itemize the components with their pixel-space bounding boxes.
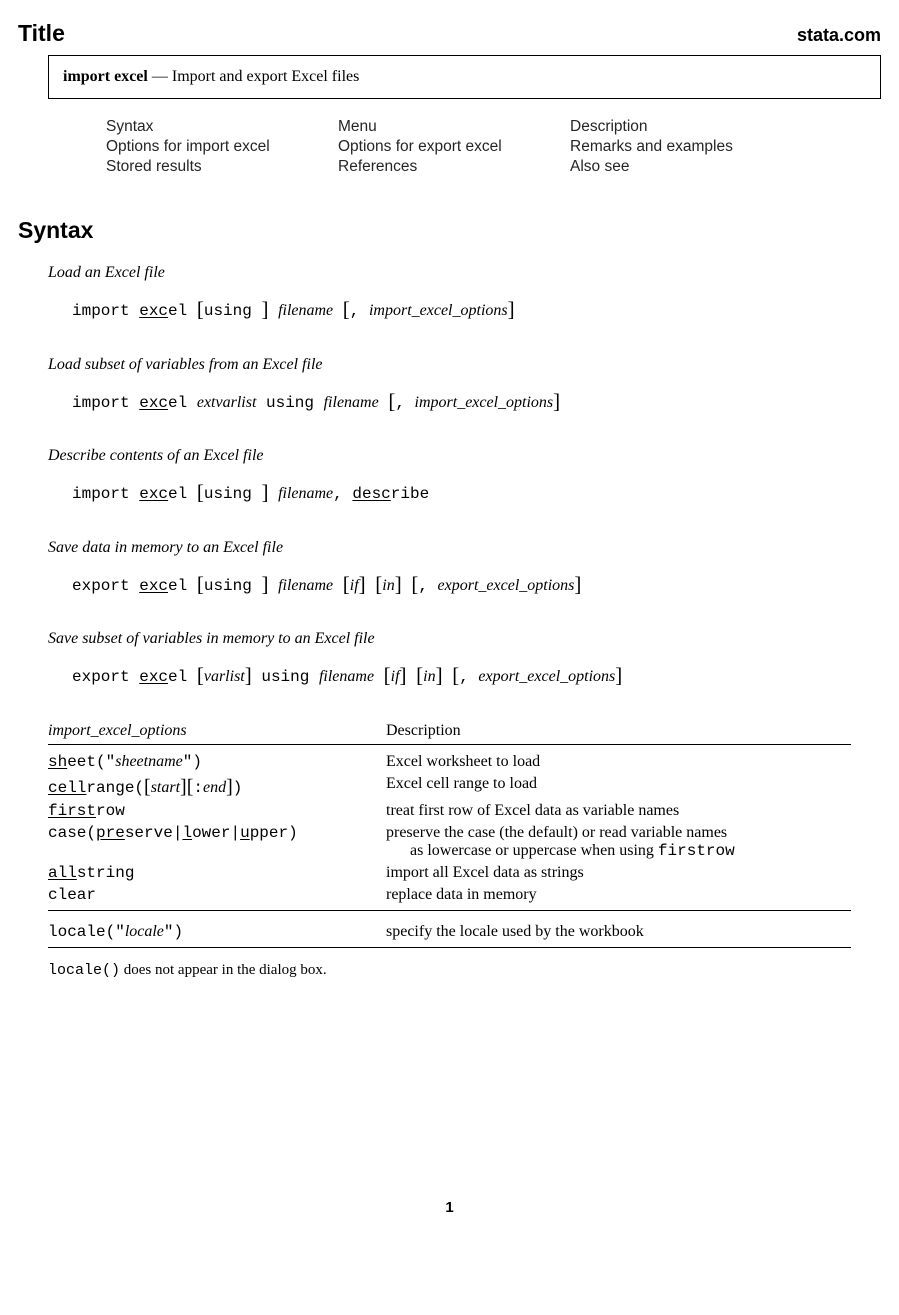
title-heading: Title bbox=[18, 20, 65, 47]
syntax-desc-3: Describe contents of an Excel file bbox=[48, 447, 881, 465]
page-number: 1 bbox=[18, 1199, 881, 1216]
toc-export-options[interactable]: Options for export excel bbox=[338, 137, 570, 157]
toc-syntax[interactable]: Syntax bbox=[106, 117, 338, 137]
syntax-line-5: export excel [varlist] using filename [i… bbox=[72, 658, 881, 692]
option-case: case(preserve|lower|upper) preserve the … bbox=[48, 822, 851, 862]
syntax-line-1: import excel [using ] filename [, import… bbox=[72, 292, 881, 326]
option-allstring: allstring import all Excel data as strin… bbox=[48, 862, 851, 884]
title-sep: — bbox=[148, 68, 172, 85]
syntax-line-3: import excel [using ] filename, describe bbox=[72, 475, 881, 509]
syntax-desc-4: Save data in memory to an Excel file bbox=[48, 539, 881, 557]
syntax-desc-5: Save subset of variables in memory to an… bbox=[48, 630, 881, 648]
syntax-desc-2: Load subset of variables from an Excel f… bbox=[48, 356, 881, 374]
options-header-col2: Description bbox=[386, 722, 851, 740]
toc-menu[interactable]: Menu bbox=[338, 117, 570, 137]
options-header-col1: import_excel_options bbox=[48, 722, 386, 740]
title-box: import excel — Import and export Excel f… bbox=[48, 55, 881, 99]
options-table: import_excel_options Description sheet("… bbox=[48, 722, 851, 948]
option-firstrow: firstrow treat first row of Excel data a… bbox=[48, 800, 851, 822]
header-row: Title stata.com bbox=[18, 20, 881, 47]
option-sheet: sheet("sheetname") Excel worksheet to lo… bbox=[48, 751, 851, 773]
toc-also-see[interactable]: Also see bbox=[570, 157, 802, 177]
toc: Syntax Menu Description Options for impo… bbox=[106, 117, 881, 177]
title-command: import excel bbox=[63, 68, 148, 85]
syntax-line-2: import excel extvarlist using filename [… bbox=[72, 384, 881, 418]
stata-link[interactable]: stata.com bbox=[797, 25, 881, 46]
option-locale: locale("locale") specify the locale used… bbox=[48, 921, 851, 943]
toc-import-options[interactable]: Options for import excel bbox=[106, 137, 338, 157]
syntax-line-4: export excel [using ] filename [if] [in]… bbox=[72, 567, 881, 601]
toc-remarks[interactable]: Remarks and examples bbox=[570, 137, 802, 157]
options-header: import_excel_options Description bbox=[48, 722, 851, 745]
toc-stored-results[interactable]: Stored results bbox=[106, 157, 338, 177]
option-clear: clear replace data in memory bbox=[48, 884, 851, 906]
option-cellrange: cellrange([start][:end]) Excel cell rang… bbox=[48, 773, 851, 800]
toc-references[interactable]: References bbox=[338, 157, 570, 177]
syntax-desc-1: Load an Excel file bbox=[48, 264, 881, 282]
options-footnote: locale() does not appear in the dialog b… bbox=[48, 962, 881, 979]
syntax-heading: Syntax bbox=[18, 217, 881, 244]
toc-description[interactable]: Description bbox=[570, 117, 802, 137]
title-desc: Import and export Excel files bbox=[172, 68, 360, 85]
